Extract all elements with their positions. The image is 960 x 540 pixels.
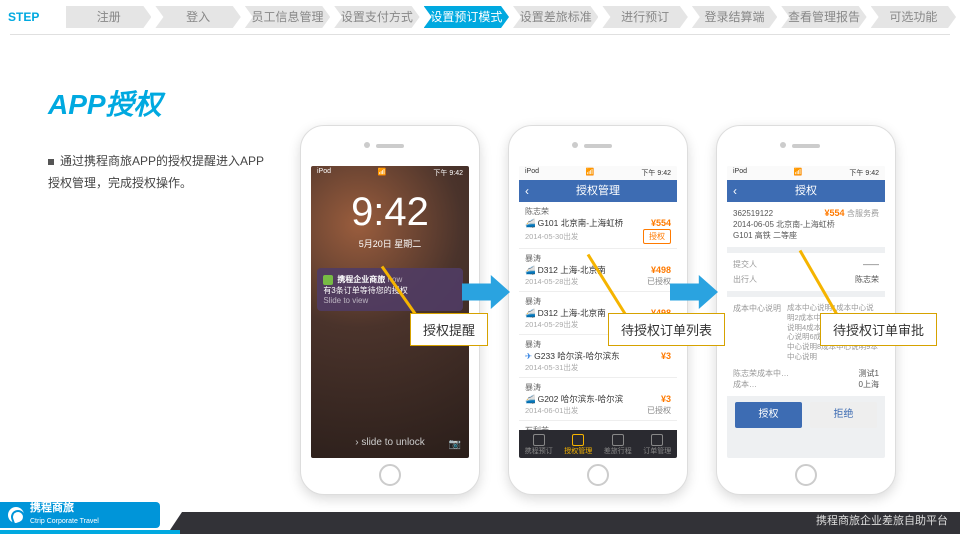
bullet-icon bbox=[48, 159, 54, 165]
statusbar: iPod📶下午 9:42 bbox=[727, 166, 885, 180]
cost-label: 成本中心说明 bbox=[733, 303, 781, 314]
trip-price: ¥554 bbox=[824, 208, 844, 218]
statusbar: iPod📶下午 9:42 bbox=[519, 166, 677, 180]
screen-lock: iPod 📶 下午 9:42 9:42 5月20日 星期二 携程企业商旅 now… bbox=[311, 166, 469, 458]
description: 通过携程商旅APP的授权提醒进入APP授权管理，完成授权操作。 bbox=[48, 151, 268, 194]
header-title: 授权 bbox=[795, 185, 817, 197]
app-icon bbox=[323, 275, 333, 285]
back-icon[interactable]: ‹ bbox=[733, 180, 737, 202]
list-item[interactable]: 暴涛🚄G202 哈尔滨东-哈尔滨¥32014-06-01出发已授权 bbox=[519, 378, 677, 421]
step-1[interactable]: 登入 bbox=[155, 6, 240, 28]
tab-bar: 携程预订授权管理差旅行程订单管理 bbox=[519, 430, 677, 458]
notif-app: 携程企业商旅 bbox=[337, 275, 385, 284]
callout-pending-approval: 待授权订单审批 bbox=[820, 313, 937, 346]
reject-button[interactable]: 拒绝 bbox=[810, 402, 877, 428]
trip-train: G101 高铁 二等座 bbox=[733, 230, 879, 241]
phones-row: iPod 📶 下午 9:42 9:42 5月20日 星期二 携程企业商旅 now… bbox=[300, 125, 896, 495]
screen-detail: iPod📶下午 9:42 ‹ 授权 362519122 ¥554 含服务费 20… bbox=[727, 166, 885, 458]
order-no: 362519122 bbox=[733, 209, 773, 218]
step-4[interactable]: 设置预订模式 bbox=[424, 6, 509, 28]
slide-content: APP授权 通过携程商旅APP的授权提醒进入APP授权管理，完成授权操作。 iP… bbox=[0, 35, 960, 475]
notif-sub: Slide to view bbox=[323, 296, 456, 305]
status-left: iPod bbox=[317, 168, 331, 178]
notif-line: 有3条订单等待您的授权 bbox=[323, 285, 456, 296]
authorize-button[interactable]: 授权 bbox=[643, 229, 671, 244]
camera-icon[interactable]: 📷 bbox=[449, 439, 461, 450]
footer-ribbon bbox=[0, 530, 960, 534]
price-note: 含服务费 bbox=[847, 209, 879, 218]
action-buttons: 授权 拒绝 bbox=[727, 402, 885, 428]
tab-2[interactable]: 差旅行程 bbox=[598, 430, 638, 458]
slide-to-unlock[interactable]: › slide to unlock bbox=[311, 437, 469, 448]
statusbar: iPod 📶 下午 9:42 bbox=[311, 166, 469, 180]
step-3[interactable]: 设置支付方式 bbox=[334, 6, 419, 28]
callout-pending-list: 待授权订单列表 bbox=[608, 313, 725, 346]
lock-date: 5月20日 星期二 bbox=[359, 237, 422, 250]
header-title: 授权管理 bbox=[576, 185, 620, 197]
status-right: 下午 9:42 bbox=[433, 168, 463, 178]
phone-auth-list: iPod📶下午 9:42 ‹ 授权管理 陈志荣🚄G101 北京南-上海虹桥¥55… bbox=[508, 125, 688, 495]
step-6[interactable]: 进行预订 bbox=[602, 6, 687, 28]
step-8[interactable]: 查看管理报告 bbox=[781, 6, 866, 28]
step-5[interactable]: 设置差旅标准 bbox=[513, 6, 598, 28]
footer: 携程商旅企业差旅自助平台 携程商旅 Ctrip Corporate Travel bbox=[0, 492, 960, 540]
page-title: APP授权 bbox=[48, 83, 920, 123]
phone-auth-detail: iPod📶下午 9:42 ‹ 授权 362519122 ¥554 含服务费 20… bbox=[716, 125, 896, 495]
tab-1[interactable]: 授权管理 bbox=[559, 430, 599, 458]
step-bar: STEP 注册登入员工信息管理设置支付方式设置预订模式设置差旅标准进行预订登录结… bbox=[0, 0, 960, 34]
step-label: STEP bbox=[4, 6, 62, 28]
trip-route: 2014-06-05 北京南-上海虹桥 bbox=[733, 219, 879, 230]
step-0[interactable]: 注册 bbox=[66, 6, 151, 28]
tab-3[interactable]: 订单管理 bbox=[638, 430, 678, 458]
back-icon[interactable]: ‹ bbox=[525, 180, 529, 202]
description-text: 通过携程商旅APP的授权提醒进入APP授权管理，完成授权操作。 bbox=[48, 154, 264, 190]
callout-auth-reminder: 授权提醒 bbox=[410, 313, 488, 346]
screen-list: iPod📶下午 9:42 ‹ 授权管理 陈志荣🚄G101 北京南-上海虹桥¥55… bbox=[519, 166, 677, 458]
tab-0[interactable]: 携程预订 bbox=[519, 430, 559, 458]
lock-time: 9:42 bbox=[351, 190, 429, 235]
list-item[interactable]: 陈志荣🚄G101 北京南-上海虹桥¥5542014-05-30出发授权 bbox=[519, 202, 677, 249]
list-header: ‹ 授权管理 bbox=[519, 180, 677, 202]
brand-logo: 携程商旅 Ctrip Corporate Travel bbox=[0, 502, 160, 528]
logo-icon bbox=[8, 507, 24, 523]
approve-button[interactable]: 授权 bbox=[735, 402, 802, 428]
footer-tagline: 携程商旅企业差旅自助平台 bbox=[170, 512, 960, 530]
brand-en: Ctrip Corporate Travel bbox=[30, 515, 99, 528]
phone-lockscreen: iPod 📶 下午 9:42 9:42 5月20日 星期二 携程企业商旅 now… bbox=[300, 125, 480, 495]
detail-header: ‹ 授权 bbox=[727, 180, 885, 202]
step-2[interactable]: 员工信息管理 bbox=[245, 6, 330, 28]
brand-cn: 携程商旅 bbox=[30, 502, 99, 515]
step-7[interactable]: 登录结算端 bbox=[692, 6, 777, 28]
step-9[interactable]: 可选功能 bbox=[871, 6, 956, 28]
trip-block: 362519122 ¥554 含服务费 2014-06-05 北京南-上海虹桥 … bbox=[727, 202, 885, 247]
cost-block: 成本中心说明 成本中心说明1成本中心说明2成本中心说明3成本中心说明4成本中心说… bbox=[727, 297, 885, 396]
